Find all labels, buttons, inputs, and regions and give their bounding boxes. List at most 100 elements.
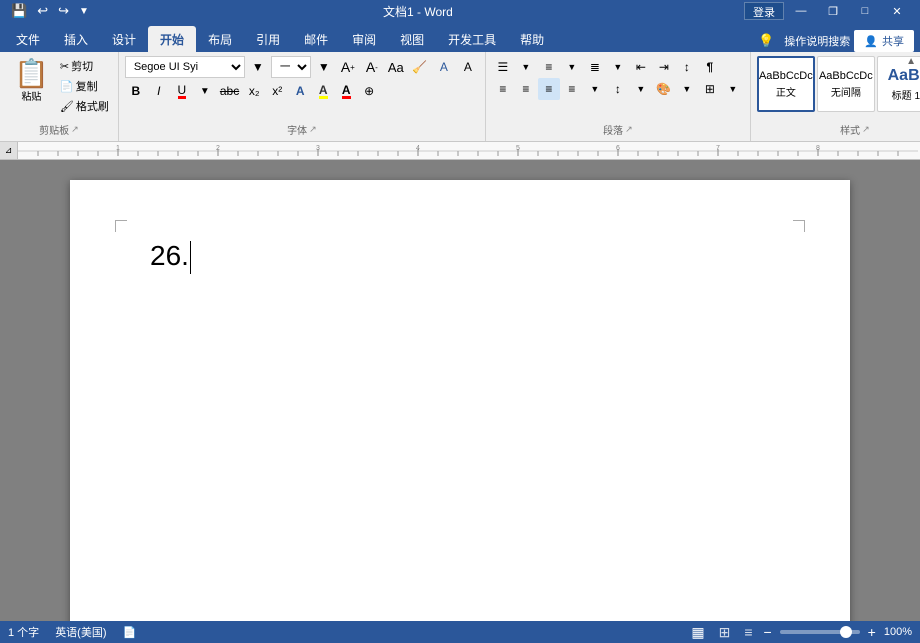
clipboard-expand-icon[interactable]: ↗ xyxy=(71,124,79,135)
tab-developer[interactable]: 开发工具 xyxy=(436,26,508,52)
cut-icon: ✂ xyxy=(60,60,69,73)
document-content[interactable]: 26. xyxy=(150,240,770,274)
clipboard-secondary: ✂ 剪切 📄 复制 🖌 格式刷 xyxy=(57,56,112,116)
style-normal[interactable]: AaBbCcDc 正文 xyxy=(757,56,815,112)
title-bar-center: 文档1 - Word xyxy=(92,3,744,20)
text-cursor xyxy=(190,241,191,275)
zoom-out-button[interactable]: − xyxy=(763,624,771,640)
shading-options-icon[interactable]: ▼ xyxy=(676,78,698,100)
line-spacing-button[interactable]: ↕ xyxy=(607,78,629,100)
show-marks-button[interactable]: ¶ xyxy=(699,56,721,78)
minimize-button[interactable]: — xyxy=(786,0,816,22)
font-expand-icon[interactable]: ↗ xyxy=(309,124,317,135)
maximize-button[interactable]: □ xyxy=(850,0,880,22)
superscript-button[interactable]: x² xyxy=(266,80,288,102)
align-left-button[interactable]: ≡ xyxy=(492,78,514,100)
bullets-dropdown-icon[interactable]: ▼ xyxy=(515,56,537,78)
tab-mailings[interactable]: 邮件 xyxy=(292,26,340,52)
clear-formatting-button[interactable]: 🧹 xyxy=(409,56,431,78)
font-family-select[interactable]: Segoe UI Syi xyxy=(125,56,245,78)
change-case-button[interactable]: Aa xyxy=(385,56,407,78)
numbering-button[interactable]: ≡ xyxy=(538,56,560,78)
language[interactable]: 英语(美国) xyxy=(55,624,106,640)
justify-button[interactable]: ≡ xyxy=(561,78,583,100)
tab-design[interactable]: 设计 xyxy=(100,26,148,52)
svg-text:1: 1 xyxy=(116,145,120,152)
more-font-options-button[interactable]: ⊕ xyxy=(358,80,380,102)
align-center-button[interactable]: ≡ xyxy=(515,78,537,100)
paste-button[interactable]: 📋 粘贴 xyxy=(6,56,57,107)
multilevel-list-button[interactable]: ≣ xyxy=(584,56,606,78)
bullets-button[interactable]: ☰ xyxy=(492,56,514,78)
text-color-button[interactable]: A xyxy=(312,80,334,102)
close-button[interactable]: ✕ xyxy=(882,0,912,22)
tab-help[interactable]: 帮助 xyxy=(508,26,556,52)
zoom-slider[interactable] xyxy=(780,630,860,634)
paragraph-expand-icon[interactable]: ↗ xyxy=(625,124,633,135)
format-painter-button[interactable]: 🖌 格式刷 xyxy=(57,96,112,116)
undo-icon[interactable]: ↩ xyxy=(34,3,51,19)
ruler-corner[interactable]: ⊿ xyxy=(0,142,18,160)
increase-font-size-button[interactable]: A+ xyxy=(337,56,359,78)
clipboard-content: 📋 粘贴 ✂ 剪切 📄 复制 🖌 格式刷 xyxy=(6,56,112,122)
text-highlight-button[interactable]: A xyxy=(457,56,479,78)
borders-button[interactable]: ⊞ xyxy=(699,78,721,100)
cut-button[interactable]: ✂ 剪切 xyxy=(57,56,112,76)
italic-button[interactable]: I xyxy=(148,80,170,102)
word-count[interactable]: 1 个字 xyxy=(8,624,39,640)
login-button[interactable]: 登录 xyxy=(744,2,784,20)
decrease-indent-button[interactable]: ⇤ xyxy=(630,56,652,78)
zoom-in-button[interactable]: + xyxy=(868,624,876,640)
tab-insert[interactable]: 插入 xyxy=(52,26,100,52)
font-family-dropdown-icon[interactable]: ▼ xyxy=(247,56,269,78)
zoom-thumb[interactable] xyxy=(840,626,852,638)
tab-review[interactable]: 审阅 xyxy=(340,26,388,52)
line-spacing-options-icon[interactable]: ▼ xyxy=(630,78,652,100)
bold-button[interactable]: B xyxy=(125,80,147,102)
font-color-button[interactable]: A xyxy=(335,80,357,102)
decrease-font-size-button[interactable]: A- xyxy=(361,56,383,78)
increase-indent-button[interactable]: ⇥ xyxy=(653,56,675,78)
restore-button[interactable]: ❐ xyxy=(818,0,848,22)
align-right-button[interactable]: ≡ xyxy=(538,78,560,100)
underline-options-icon[interactable]: ▼ xyxy=(194,80,216,102)
tab-references[interactable]: 引用 xyxy=(244,26,292,52)
document-area[interactable]: 26. xyxy=(0,160,920,621)
share-button[interactable]: 👤 共享 xyxy=(854,30,914,52)
tab-home[interactable]: 开始 xyxy=(148,26,196,52)
text-effects-button[interactable]: A xyxy=(289,80,311,102)
ruler-svg: 1 2 3 4 xyxy=(18,142,920,160)
styles-expand-icon[interactable]: ↗ xyxy=(862,124,870,135)
align-options-button[interactable]: ▼ xyxy=(584,78,606,100)
customize-quick-access-icon[interactable]: ▼ xyxy=(76,6,92,17)
borders-options-icon[interactable]: ▼ xyxy=(722,78,744,100)
tab-file[interactable]: 文件 xyxy=(4,26,52,52)
search-label[interactable]: 操作说明搜索 xyxy=(784,33,850,49)
strikethrough-button[interactable]: abc xyxy=(217,80,242,102)
zoom-level[interactable]: 100% xyxy=(884,626,912,638)
shading-button[interactable]: 🎨 xyxy=(653,78,675,100)
ribbon-group-styles: AaBbCcDc 正文 AaBbCcDc 无间隔 AaBl 标题 1 ▲ ▼ ⊞… xyxy=(751,52,920,141)
ribbon-tab-bar: 文件 插入 设计 开始 布局 引用 邮件 审阅 视图 开发工具 帮助 💡 操作说… xyxy=(0,22,920,52)
read-view-button[interactable]: ≡ xyxy=(741,624,755,640)
web-layout-view-button[interactable]: ⊞ xyxy=(716,624,734,641)
font-size-dropdown-icon[interactable]: ▼ xyxy=(313,56,335,78)
copy-button[interactable]: 📄 复制 xyxy=(57,76,112,96)
document-page[interactable]: 26. xyxy=(70,180,850,621)
help-icon[interactable]: 💡 xyxy=(752,33,780,49)
multilevel-dropdown-icon[interactable]: ▼ xyxy=(607,56,629,78)
style-no-spacing[interactable]: AaBbCcDc 无间隔 xyxy=(817,56,875,112)
redo-icon[interactable]: ↪ xyxy=(55,3,72,19)
font-size-select[interactable]: 一号 xyxy=(271,56,311,78)
font-color-highlight-button[interactable]: A xyxy=(433,56,455,78)
sort-button[interactable]: ↕ xyxy=(676,56,698,78)
save-icon[interactable]: 💾 xyxy=(8,3,30,19)
subscript-button[interactable]: x₂ xyxy=(243,80,265,102)
tab-layout[interactable]: 布局 xyxy=(196,26,244,52)
print-layout-view-button[interactable]: ▦ xyxy=(688,624,707,641)
tab-view[interactable]: 视图 xyxy=(388,26,436,52)
track-changes-icon[interactable]: 📄 xyxy=(123,626,137,639)
ribbon-collapse-button[interactable]: ▲ xyxy=(906,56,916,67)
underline-button[interactable]: U xyxy=(171,80,193,102)
numbering-dropdown-icon[interactable]: ▼ xyxy=(561,56,583,78)
